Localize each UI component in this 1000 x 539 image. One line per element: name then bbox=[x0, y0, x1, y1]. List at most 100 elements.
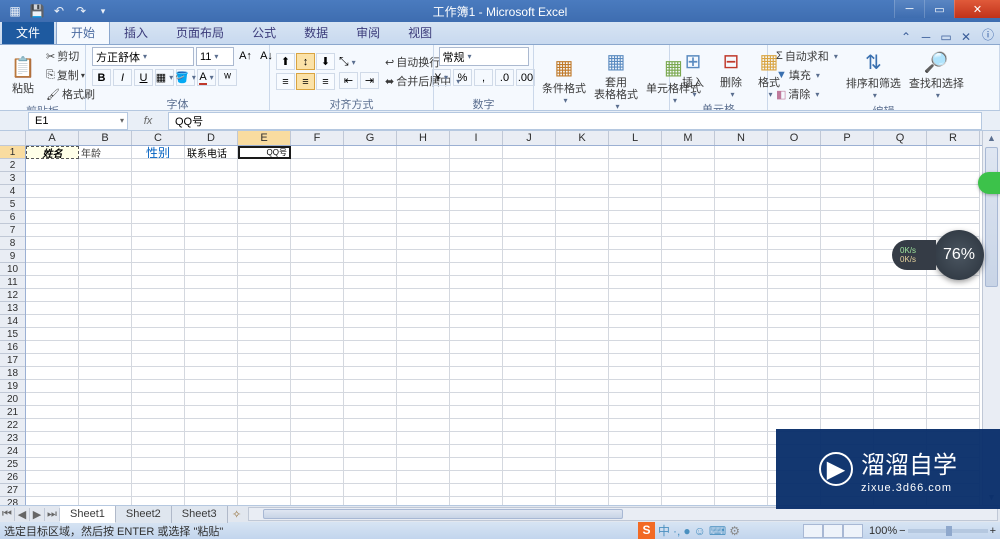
cell[interactable] bbox=[397, 237, 450, 250]
cond-format-button[interactable]: ▦条件格式 bbox=[540, 53, 588, 107]
row-header[interactable]: 23 bbox=[0, 432, 25, 445]
cell[interactable] bbox=[185, 237, 238, 250]
indent-dec-button[interactable]: ⇤ bbox=[339, 72, 358, 89]
cell[interactable] bbox=[238, 172, 291, 185]
cell[interactable] bbox=[344, 198, 397, 211]
cell[interactable] bbox=[26, 432, 79, 445]
table-format-button[interactable]: ▦套用 表格格式 bbox=[592, 47, 640, 111]
cell[interactable] bbox=[556, 328, 609, 341]
cell[interactable] bbox=[132, 432, 185, 445]
cell[interactable] bbox=[503, 250, 556, 263]
ime-punc-icon[interactable]: ·, bbox=[673, 524, 680, 538]
cell[interactable] bbox=[397, 224, 450, 237]
cell[interactable] bbox=[185, 341, 238, 354]
cell[interactable] bbox=[503, 289, 556, 302]
cell[interactable]: 姓名 bbox=[26, 146, 79, 159]
cell[interactable] bbox=[821, 211, 874, 224]
cell[interactable] bbox=[450, 250, 503, 263]
cell[interactable] bbox=[662, 315, 715, 328]
cell[interactable] bbox=[450, 380, 503, 393]
cell[interactable] bbox=[344, 458, 397, 471]
cell[interactable] bbox=[132, 484, 185, 497]
cell[interactable] bbox=[238, 484, 291, 497]
cell[interactable] bbox=[344, 406, 397, 419]
cell[interactable] bbox=[662, 237, 715, 250]
cell[interactable] bbox=[26, 172, 79, 185]
cell[interactable] bbox=[238, 237, 291, 250]
cell[interactable] bbox=[79, 471, 132, 484]
cell[interactable] bbox=[238, 367, 291, 380]
cell[interactable] bbox=[291, 289, 344, 302]
font-color-button[interactable]: A bbox=[197, 69, 216, 86]
row-header[interactable]: 2 bbox=[0, 159, 25, 172]
undo-icon[interactable]: ↶ bbox=[50, 2, 68, 20]
col-header-K[interactable]: K bbox=[556, 131, 609, 145]
cell[interactable] bbox=[238, 393, 291, 406]
cell[interactable] bbox=[609, 458, 662, 471]
cell[interactable] bbox=[291, 185, 344, 198]
cell[interactable] bbox=[238, 289, 291, 302]
cell[interactable] bbox=[132, 289, 185, 302]
cell[interactable] bbox=[79, 302, 132, 315]
cell[interactable] bbox=[450, 224, 503, 237]
cell[interactable] bbox=[79, 328, 132, 341]
cell[interactable] bbox=[291, 172, 344, 185]
cell[interactable] bbox=[715, 367, 768, 380]
col-header-R[interactable]: R bbox=[927, 131, 980, 145]
cell[interactable] bbox=[715, 224, 768, 237]
cell[interactable] bbox=[26, 276, 79, 289]
cell[interactable] bbox=[821, 224, 874, 237]
cell[interactable] bbox=[556, 146, 609, 159]
cell[interactable] bbox=[874, 146, 927, 159]
cell[interactable] bbox=[927, 172, 980, 185]
cell[interactable] bbox=[79, 367, 132, 380]
col-header-P[interactable]: P bbox=[821, 131, 874, 145]
phonetic-button[interactable]: ᵂ bbox=[218, 69, 237, 86]
mdi-minimize-icon[interactable]: ─ bbox=[918, 30, 934, 44]
cell[interactable] bbox=[821, 367, 874, 380]
cell[interactable] bbox=[556, 237, 609, 250]
cell[interactable] bbox=[26, 237, 79, 250]
cell[interactable] bbox=[768, 406, 821, 419]
cell[interactable] bbox=[397, 406, 450, 419]
scroll-up-icon[interactable]: ▲ bbox=[983, 131, 1000, 146]
cell[interactable] bbox=[609, 198, 662, 211]
cell[interactable] bbox=[503, 393, 556, 406]
cell[interactable] bbox=[291, 380, 344, 393]
fx-button[interactable]: fx bbox=[128, 115, 168, 127]
cell[interactable] bbox=[715, 250, 768, 263]
cell[interactable] bbox=[715, 341, 768, 354]
cell[interactable] bbox=[503, 224, 556, 237]
cell[interactable] bbox=[450, 471, 503, 484]
cell[interactable] bbox=[397, 302, 450, 315]
cell[interactable] bbox=[556, 341, 609, 354]
cell[interactable] bbox=[821, 380, 874, 393]
dec-decimal-button[interactable]: .00 bbox=[516, 69, 535, 86]
cell[interactable] bbox=[291, 393, 344, 406]
cell[interactable] bbox=[132, 419, 185, 432]
cell[interactable] bbox=[609, 432, 662, 445]
cell[interactable] bbox=[238, 380, 291, 393]
row-header[interactable]: 14 bbox=[0, 315, 25, 328]
cell[interactable] bbox=[715, 302, 768, 315]
cell[interactable] bbox=[503, 471, 556, 484]
cell[interactable] bbox=[450, 367, 503, 380]
cell[interactable] bbox=[238, 198, 291, 211]
cell[interactable] bbox=[450, 263, 503, 276]
cell[interactable] bbox=[79, 237, 132, 250]
cell[interactable] bbox=[450, 146, 503, 159]
cell[interactable] bbox=[715, 211, 768, 224]
cell[interactable] bbox=[132, 172, 185, 185]
cell[interactable] bbox=[397, 432, 450, 445]
cell[interactable] bbox=[344, 393, 397, 406]
cell[interactable] bbox=[715, 354, 768, 367]
cell[interactable] bbox=[662, 224, 715, 237]
cell[interactable] bbox=[874, 289, 927, 302]
inc-decimal-button[interactable]: .0 bbox=[495, 69, 514, 86]
cell[interactable] bbox=[79, 315, 132, 328]
align-top-button[interactable]: ⬆ bbox=[276, 53, 295, 70]
cell[interactable] bbox=[874, 367, 927, 380]
cell[interactable] bbox=[927, 380, 980, 393]
cell[interactable] bbox=[450, 432, 503, 445]
tab-review[interactable]: 审阅 bbox=[342, 21, 394, 44]
